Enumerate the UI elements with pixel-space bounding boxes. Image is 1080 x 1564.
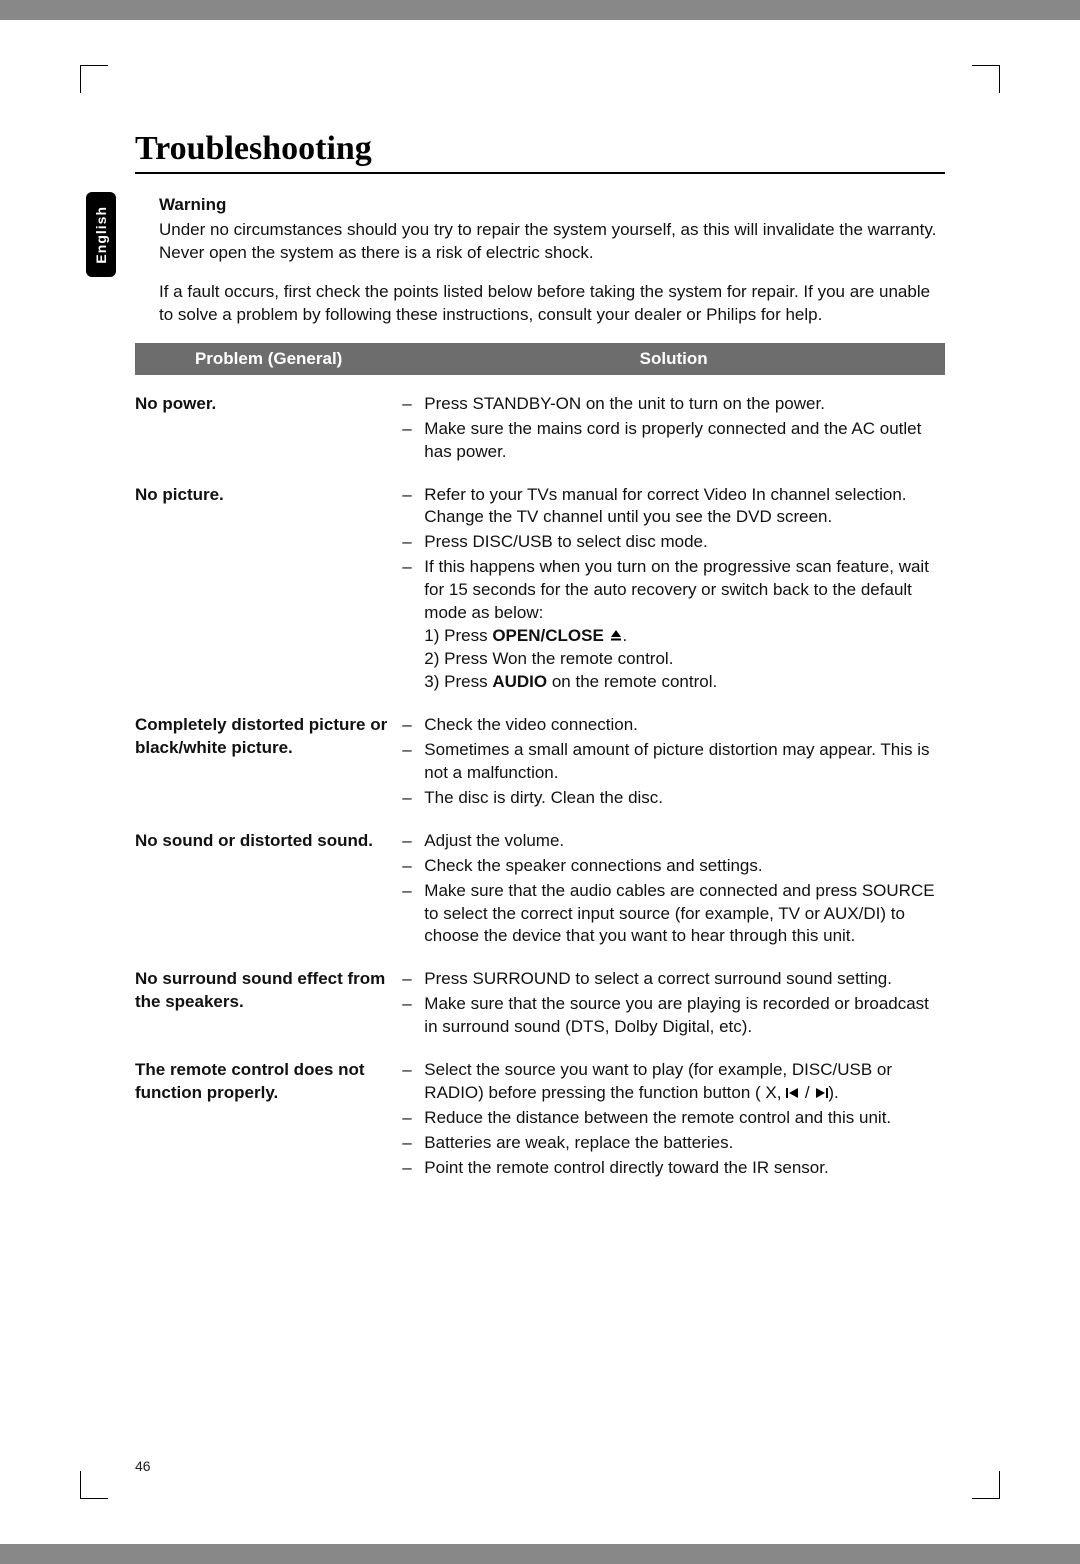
solution-list: Select the source you want to play (for … <box>402 1059 945 1180</box>
problem-cell: No power. <box>135 393 402 466</box>
next-icon <box>814 1087 828 1099</box>
solution-item: Adjust the volume. <box>402 830 945 853</box>
solution-substeps: 1) Press OPEN/CLOSE .2) Press Won the re… <box>424 625 945 694</box>
header-problem: Problem (General) <box>135 343 402 375</box>
eject-icon <box>609 628 623 642</box>
page-title: Troubleshooting <box>135 130 945 174</box>
table-header: Problem (General) Solution <box>135 343 945 375</box>
problem-cell: No surround sound effect from the speake… <box>135 968 402 1041</box>
crop-mark <box>80 1471 108 1499</box>
solution-list: Check the video connection.Sometimes a s… <box>402 714 945 810</box>
manual-page: English Troubleshooting Warning Under no… <box>0 20 1080 1544</box>
solution-item: Make sure that the source you are playin… <box>402 993 945 1039</box>
solution-item: Press DISC/USB to select disc mode. <box>402 531 945 554</box>
solution-item: Batteries are weak, replace the batterie… <box>402 1132 945 1155</box>
solution-item: Select the source you want to play (for … <box>402 1059 945 1105</box>
solution-item: Check the speaker connections and settin… <box>402 855 945 878</box>
warning-block: Warning Under no circumstances should yo… <box>159 194 945 327</box>
problem-cell: Completely distorted picture or black/wh… <box>135 714 402 812</box>
solution-cell: Press SURROUND to select a correct surro… <box>402 968 945 1041</box>
solution-list: Adjust the volume.Check the speaker conn… <box>402 830 945 949</box>
page-number: 46 <box>135 1458 151 1474</box>
solution-item: Point the remote control directly toward… <box>402 1157 945 1180</box>
solution-cell: Adjust the volume.Check the speaker conn… <box>402 830 945 951</box>
language-tab: English <box>86 192 116 277</box>
table-row: The remote control does not function pro… <box>135 1059 945 1182</box>
solution-item: Sometimes a small amount of picture dist… <box>402 739 945 785</box>
solution-cell: Check the video connection.Sometimes a s… <box>402 714 945 812</box>
solution-list: Press SURROUND to select a correct surro… <box>402 968 945 1039</box>
solution-item: If this happens when you turn on the pro… <box>402 556 945 694</box>
table-row: No power.Press STANDBY-ON on the unit to… <box>135 393 945 466</box>
solution-substep: 2) Press Won the remote control. <box>424 648 945 671</box>
solution-substep: 1) Press OPEN/CLOSE . <box>424 625 945 648</box>
solution-item: Check the video connection. <box>402 714 945 737</box>
solution-item: Make sure that the audio cables are conn… <box>402 880 945 949</box>
solution-item: Reduce the distance between the remote c… <box>402 1107 945 1130</box>
header-solution: Solution <box>402 343 945 375</box>
solution-item: Press SURROUND to select a correct surro… <box>402 968 945 991</box>
solution-item: Refer to your TVs manual for correct Vid… <box>402 484 945 530</box>
warning-heading: Warning <box>159 194 945 217</box>
table-row: Completely distorted picture or black/wh… <box>135 714 945 812</box>
solution-list: Press STANDBY-ON on the unit to turn on … <box>402 393 945 464</box>
solution-item: Make sure the mains cord is properly con… <box>402 418 945 464</box>
table-row: No sound or distorted sound.Adjust the v… <box>135 830 945 951</box>
crop-mark <box>80 65 108 93</box>
warning-text-1: Under no circumstances should you try to… <box>159 219 945 265</box>
language-tab-label: English <box>93 206 109 264</box>
prev-icon <box>786 1087 800 1099</box>
solution-cell: Refer to your TVs manual for correct Vid… <box>402 484 945 696</box>
solution-cell: Select the source you want to play (for … <box>402 1059 945 1182</box>
solution-cell: Press STANDBY-ON on the unit to turn on … <box>402 393 945 466</box>
table-body: No power.Press STANDBY-ON on the unit to… <box>135 393 945 1182</box>
crop-mark <box>972 1471 1000 1499</box>
solution-substep: 3) Press AUDIO on the remote control. <box>424 671 945 694</box>
solution-item: Press STANDBY-ON on the unit to turn on … <box>402 393 945 416</box>
problem-cell: The remote control does not function pro… <box>135 1059 402 1182</box>
solution-item: The disc is dirty. Clean the disc. <box>402 787 945 810</box>
problem-cell: No picture. <box>135 484 402 696</box>
solution-list: Refer to your TVs manual for correct Vid… <box>402 484 945 694</box>
problem-cell: No sound or distorted sound. <box>135 830 402 951</box>
warning-text-2: If a fault occurs, first check the point… <box>159 281 945 327</box>
table-row: No surround sound effect from the speake… <box>135 968 945 1041</box>
table-row: No picture.Refer to your TVs manual for … <box>135 484 945 696</box>
crop-mark <box>972 65 1000 93</box>
